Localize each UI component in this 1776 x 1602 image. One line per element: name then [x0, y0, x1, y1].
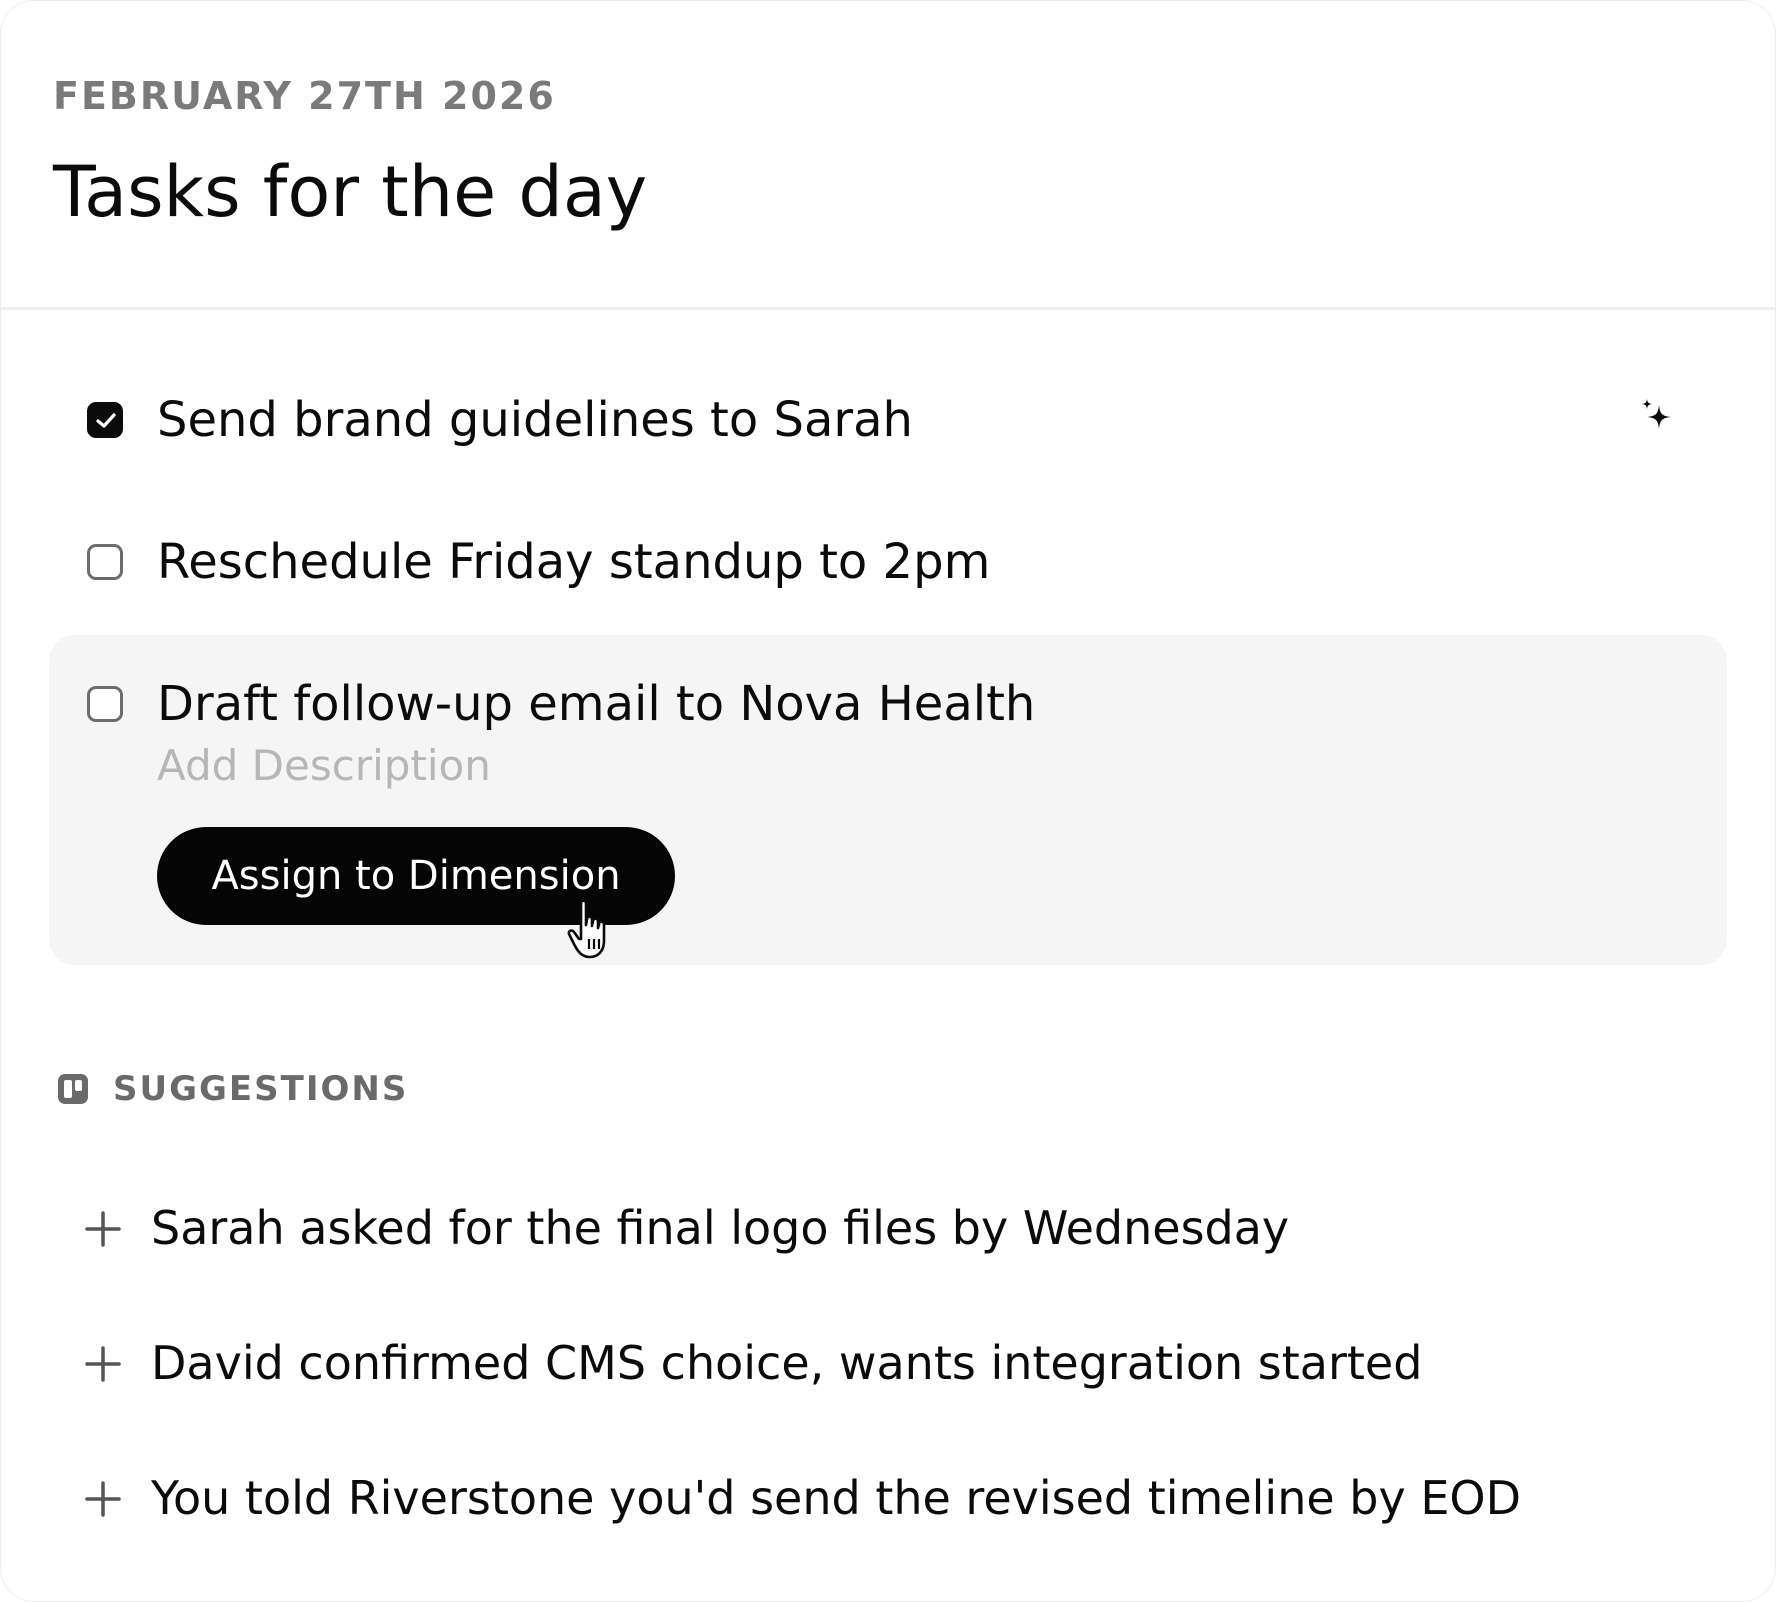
task-label: Send brand guidelines to Sarah	[157, 392, 913, 448]
plus-icon[interactable]	[85, 1481, 121, 1517]
tasks-card: FEBRUARY 27TH 2026 Tasks for the day Sen…	[0, 0, 1776, 1602]
page-title: Tasks for the day	[53, 151, 648, 233]
task-checkbox[interactable]	[87, 544, 123, 580]
suggestions-title: SUGGESTIONS	[113, 1069, 409, 1109]
suggestions-header: SUGGESTIONS	[57, 1069, 557, 1109]
suggestion-label: Sarah asked for the final logo files by …	[151, 1201, 1290, 1255]
task-item[interactable]: Send brand guidelines to Sarah	[49, 381, 1727, 461]
task-label: Draft follow-up email to Nova Health	[157, 676, 1036, 732]
suggestion-item[interactable]: David confirmed CMS choice, wants integr…	[81, 1330, 1641, 1400]
suggestion-label: David confirmed CMS choice, wants integr…	[151, 1336, 1423, 1390]
suggestion-item[interactable]: You told Riverstone you'd send the revis…	[81, 1465, 1641, 1535]
suggestion-item[interactable]: Sarah asked for the final logo files by …	[81, 1195, 1641, 1265]
task-label: Reschedule Friday standup to 2pm	[157, 534, 991, 590]
task-item[interactable]: Reschedule Friday standup to 2pm	[49, 523, 1727, 603]
header-divider	[1, 307, 1775, 310]
check-icon	[96, 413, 116, 428]
plus-icon[interactable]	[85, 1346, 121, 1382]
task-checkbox[interactable]	[87, 686, 123, 722]
plus-icon[interactable]	[85, 1211, 121, 1247]
description-input[interactable]: Add Description	[157, 739, 491, 793]
task-item-expanded[interactable]: Draft follow-up email to Nova Health Add…	[49, 635, 1727, 965]
sparkle-icon[interactable]	[1637, 397, 1677, 437]
date-label: FEBRUARY 27TH 2026	[53, 74, 556, 118]
task-checkbox-checked[interactable]	[87, 402, 123, 438]
hand-cursor-icon	[567, 899, 606, 959]
suggestion-label: You told Riverstone you'd send the revis…	[151, 1471, 1522, 1525]
trello-board-icon	[58, 1074, 88, 1104]
